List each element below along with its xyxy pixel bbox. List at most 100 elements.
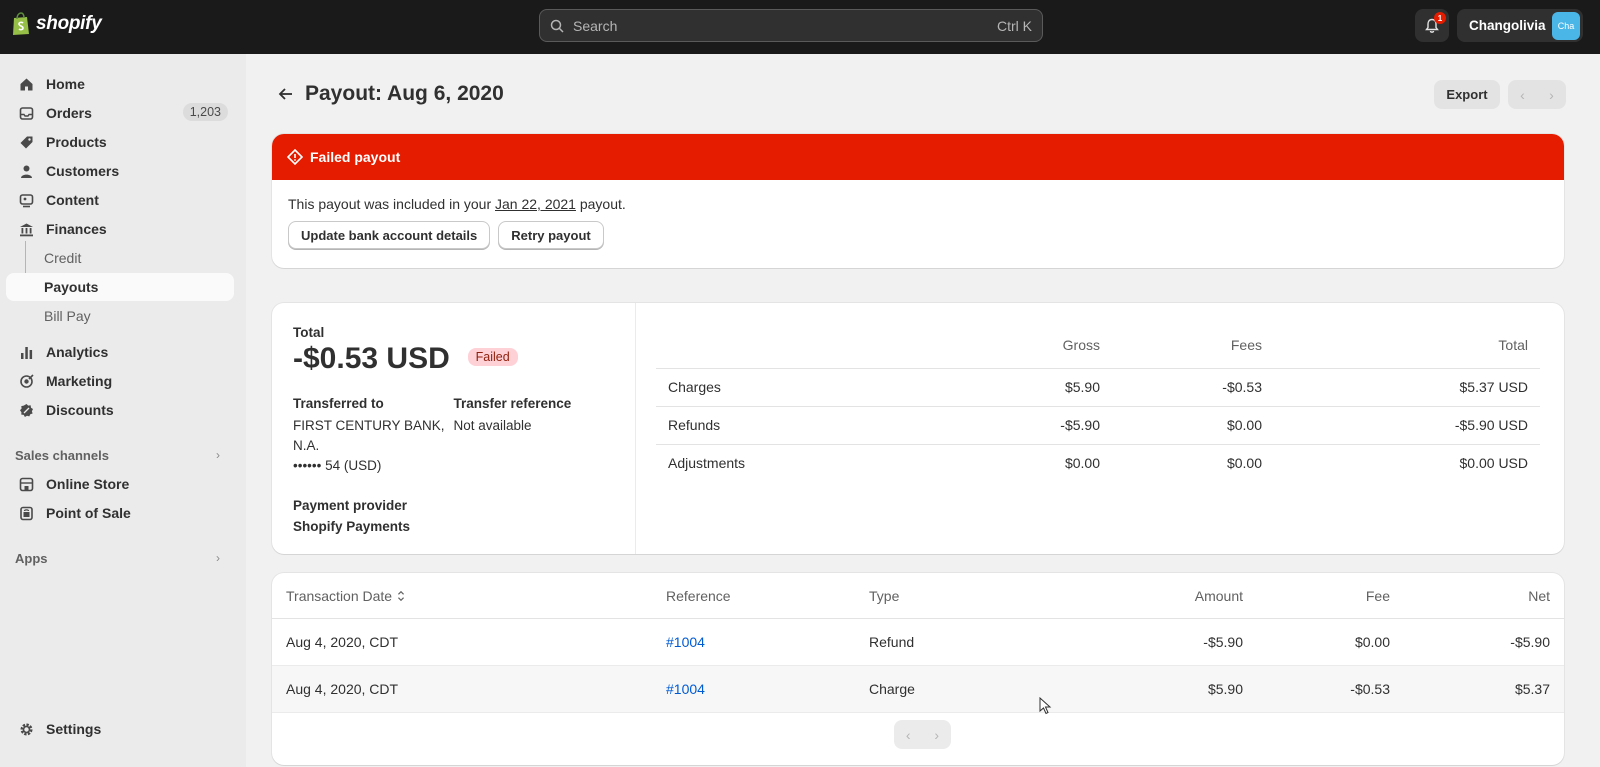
table-row[interactable]: Aug 4, 2020, CDT #1004 Refund -$5.90 $0.… xyxy=(272,619,1564,666)
previous-icon[interactable]: ‹ xyxy=(894,720,923,749)
table-row: Refunds -$5.90 $0.00 -$5.90 USD xyxy=(656,407,1540,445)
net-header: Net xyxy=(1528,588,1550,604)
row-total: $5.37 USD xyxy=(1459,379,1528,395)
discount-icon xyxy=(18,402,34,418)
row-gross: $0.00 xyxy=(1064,455,1100,471)
bank-icon xyxy=(18,221,34,237)
row-fees: $0.00 xyxy=(1226,417,1262,433)
reference-header: Reference xyxy=(666,588,731,604)
sidebar-item-settings[interactable]: Settings xyxy=(6,715,234,743)
gear-icon xyxy=(18,721,34,737)
store-menu-button[interactable]: Changolivia Cha xyxy=(1457,9,1583,42)
sidebar-item-label: Point of Sale xyxy=(46,505,131,521)
row-fee: -$0.53 xyxy=(1350,681,1390,697)
transactions-header: Transaction Date Reference Type Amount F… xyxy=(272,573,1564,619)
sidebar-item-label: Analytics xyxy=(46,344,109,360)
banner-text: This payout was included in your xyxy=(288,196,495,212)
failed-payout-banner: Failed payout This payout was included i… xyxy=(272,134,1564,268)
chevron-right-icon[interactable]: › xyxy=(216,448,220,462)
sidebar-item-payouts[interactable]: Payouts xyxy=(6,273,234,301)
sidebar-item-analytics[interactable]: Analytics xyxy=(6,338,234,366)
transfer-reference-value: Not available xyxy=(453,418,532,433)
sales-channels-label[interactable]: Sales channels xyxy=(15,448,109,463)
sidebar-item-discounts[interactable]: Discounts xyxy=(6,396,234,424)
banner-header: Failed payout xyxy=(272,134,1564,180)
banner-body: This payout was included in your Jan 22,… xyxy=(272,180,1564,265)
apps-label[interactable]: Apps xyxy=(15,551,48,566)
mouse-cursor-icon xyxy=(1039,697,1052,715)
sidebar-item-products[interactable]: Products xyxy=(6,128,234,156)
payment-provider-value: Shopify Payments xyxy=(293,519,411,534)
payment-provider-label: Payment provider xyxy=(293,498,408,513)
previous-icon[interactable]: ‹ xyxy=(1508,80,1537,109)
row-type: Refund xyxy=(869,634,915,650)
page-header: Payout: Aug 6, 2020 Export ‹ › xyxy=(276,80,1566,110)
chevron-right-icon[interactable]: › xyxy=(216,551,220,565)
top-bar: shopify Search Ctrl K 1 Changolivia Cha xyxy=(0,0,1600,54)
transaction-date-header[interactable]: Transaction Date xyxy=(286,588,406,604)
order-reference-link[interactable]: #1004 xyxy=(666,681,705,697)
transferred-to-label: Transferred to xyxy=(293,396,384,411)
type-header: Type xyxy=(869,588,900,604)
sort-icon[interactable] xyxy=(396,590,406,602)
sidebar-item-label: Marketing xyxy=(46,373,113,389)
person-icon xyxy=(18,163,34,179)
row-gross: -$5.90 xyxy=(1060,417,1100,433)
store-name: Changolivia xyxy=(1469,18,1546,33)
page-title: Payout: Aug 6, 2020 xyxy=(305,82,504,105)
update-bank-account-button[interactable]: Update bank account details xyxy=(288,221,491,249)
sidebar-item-label: Finances xyxy=(46,221,107,237)
row-gross: $5.90 xyxy=(1064,379,1100,395)
bank-name: FIRST CENTURY BANK, N.A. xyxy=(293,418,445,453)
pos-icon xyxy=(18,505,34,521)
sidebar-item-bill-pay[interactable]: Bill Pay xyxy=(6,302,234,330)
next-icon[interactable]: › xyxy=(923,720,952,749)
row-fees: $0.00 xyxy=(1226,455,1262,471)
header-label: Transaction Date xyxy=(286,588,393,604)
search-input[interactable]: Search Ctrl K xyxy=(539,9,1043,42)
back-arrow-icon[interactable] xyxy=(276,84,296,104)
banner-title: Failed payout xyxy=(310,149,401,165)
home-icon xyxy=(18,76,34,92)
sidebar-item-credit[interactable]: Credit xyxy=(6,244,234,272)
table-header: Gross Fees Total xyxy=(656,335,1540,369)
export-button[interactable]: Export xyxy=(1434,80,1500,109)
notifications-button[interactable]: 1 xyxy=(1415,9,1449,42)
fee-header: Fee xyxy=(1365,588,1390,604)
next-icon[interactable]: › xyxy=(1537,80,1566,109)
search-icon xyxy=(550,19,564,33)
payout-date-link[interactable]: Jan 22, 2021 xyxy=(495,196,576,212)
amount-header: Amount xyxy=(1194,588,1243,604)
sidebar-item-finances[interactable]: Finances xyxy=(6,215,234,243)
sidebar-item-marketing[interactable]: Marketing xyxy=(6,367,234,395)
sidebar-item-orders[interactable]: Orders 1,203 xyxy=(6,99,234,127)
bank-account: •••••• 54 (USD) xyxy=(293,458,382,473)
transactions-card: Transaction Date Reference Type Amount F… xyxy=(272,573,1564,765)
sidebar-item-customers[interactable]: Customers xyxy=(6,157,234,185)
header-pagination: ‹ › xyxy=(1508,80,1566,109)
table-row: Charges $5.90 -$0.53 $5.37 USD xyxy=(656,369,1540,407)
sidebar-item-content[interactable]: Content xyxy=(6,186,234,214)
sidebar-item-online-store[interactable]: Online Store xyxy=(6,470,234,498)
avatar: Cha xyxy=(1552,11,1580,40)
content-icon xyxy=(18,192,34,208)
sidebar-item-label: Credit xyxy=(44,250,82,266)
row-name: Refunds xyxy=(668,417,721,433)
row-name: Charges xyxy=(668,379,721,395)
sidebar-item-label: Home xyxy=(46,76,85,92)
sidebar-item-label: Content xyxy=(46,192,99,208)
retry-payout-button[interactable]: Retry payout xyxy=(498,221,604,249)
banner-actions: Update bank account details Retry payout xyxy=(288,221,1548,249)
row-amount: -$5.90 xyxy=(1203,634,1243,650)
table-row[interactable]: Aug 4, 2020, CDT #1004 Charge $5.90 -$0.… xyxy=(272,666,1564,713)
row-total: $0.00 USD xyxy=(1459,455,1528,471)
total-header: Total xyxy=(1498,337,1528,353)
sidebar-item-point-of-sale[interactable]: Point of Sale xyxy=(6,499,234,527)
sidebar-item-label: Settings xyxy=(46,721,102,737)
sidebar-item-home[interactable]: Home xyxy=(6,70,234,98)
order-reference-link[interactable]: #1004 xyxy=(666,634,705,650)
shopify-logo[interactable]: shopify xyxy=(11,12,102,36)
sidebar-item-label: Customers xyxy=(46,163,120,179)
marketing-icon xyxy=(18,373,34,389)
payout-summary-card: Total -$0.53 USD Failed Transferred to F… xyxy=(272,303,1564,554)
